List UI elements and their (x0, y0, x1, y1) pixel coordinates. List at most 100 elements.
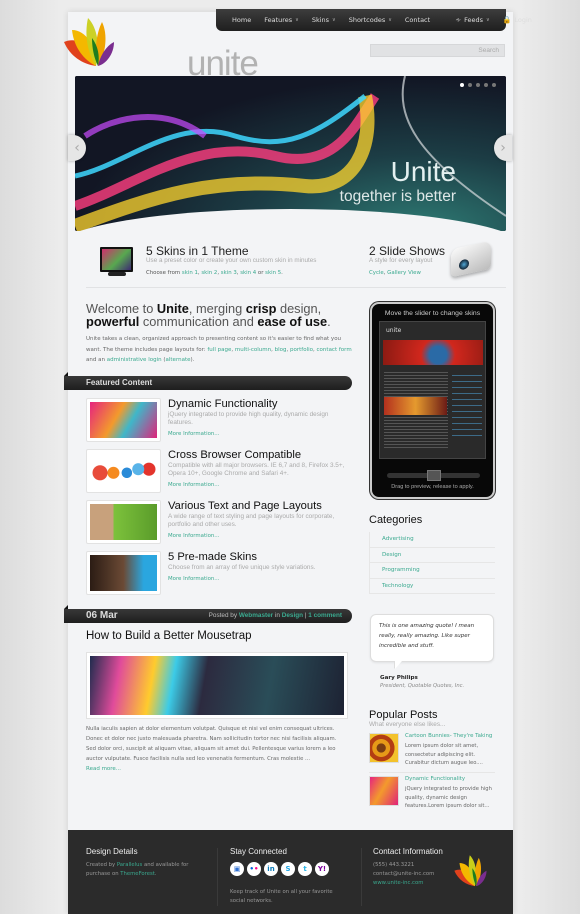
popular-posts-subtitle: What everyone else likes... (369, 721, 446, 728)
light-trails-graphic (75, 76, 506, 231)
skin-link-1[interactable]: skin 1 (182, 270, 198, 276)
skype-icon[interactable]: S (281, 862, 295, 876)
twitter-icon[interactable]: t (298, 862, 312, 876)
skins-choose-line: Choose from skin 1, skin 2, skin 3, skin… (146, 270, 283, 276)
quote-author: Gary Philips (380, 675, 418, 681)
slideshows-title: 2 Slide Shows (369, 244, 446, 258)
lotus-logo-icon (454, 855, 487, 887)
delicious-icon[interactable]: ▣ (230, 862, 244, 876)
more-information-link[interactable]: More Information... (168, 482, 219, 488)
category-item[interactable]: Programming (369, 563, 495, 579)
nav-features[interactable]: Features ∨ (264, 16, 299, 24)
testimonial-quote: This is one amazing quote! I mean really… (370, 614, 494, 662)
more-information-link[interactable]: More Information... (168, 576, 219, 582)
more-information-link[interactable]: More Information... (168, 533, 219, 539)
category-item[interactable]: Advertising (369, 532, 495, 548)
skin-preview-widget: Move the slider to change skins unite Dr… (370, 302, 495, 499)
footer-stay-connected: Stay Connected ▣ •• in S t Y! Keep track… (230, 847, 333, 904)
post-title[interactable]: How to Build a Better Mousetrap (86, 630, 252, 642)
popular-post-item: Cartoon Bunnies- They're Taking Lorem ip… (369, 733, 495, 773)
slide-dot-1[interactable] (460, 83, 464, 87)
blog-link[interactable]: blog (275, 347, 287, 353)
skins-title: 5 Skins in 1 Theme (146, 244, 249, 258)
post-header-bar: 06 Mar Posted by Webmaster in Design | 1… (64, 605, 352, 623)
post-category-link[interactable]: Design (282, 612, 303, 619)
skin-link-5[interactable]: skin 5 (265, 270, 281, 276)
nav-home[interactable]: Home (232, 16, 251, 24)
lock-icon: 🔒 (502, 16, 512, 24)
contact-website[interactable]: www.unite-inc.com (373, 880, 423, 886)
rss-icon: ∻ (455, 16, 462, 24)
gallery-view-link[interactable]: Gallery View (387, 270, 421, 276)
post-meta: Posted by Webmaster in Design | 1 commen… (208, 612, 342, 619)
full-page-link[interactable]: full page (207, 347, 231, 353)
featured-thumbnail[interactable] (86, 398, 161, 442)
slide-dot-5[interactable] (492, 83, 496, 87)
slide-dot-2[interactable] (468, 83, 472, 87)
logo[interactable]: unite (62, 16, 259, 81)
search-input[interactable]: Search (370, 44, 505, 57)
nav-login[interactable]: 🔒 Login (503, 16, 532, 24)
skin-link-3[interactable]: skin 3 (221, 270, 237, 276)
yahoo-icon[interactable]: Y! (315, 862, 329, 876)
popular-post-thumbnail[interactable] (369, 776, 399, 806)
welcome-intro: Unite takes a clean, organized approach … (86, 336, 352, 363)
post-author-link[interactable]: Webmaster (239, 612, 273, 619)
nav-skins[interactable]: Skins ∨ (312, 16, 336, 24)
skin-preview-screen: unite (379, 321, 486, 459)
popular-post-title[interactable]: Cartoon Bunnies- They're Taking (405, 733, 492, 739)
featured-content-heading: Featured Content (64, 372, 352, 390)
skin-preview-hint: Drag to preview, release to apply. (391, 484, 474, 490)
social-icons: ▣ •• in S t Y! (230, 862, 329, 876)
post-date: 06 Mar (86, 610, 118, 621)
footer-divider (361, 848, 362, 906)
portfolio-link[interactable]: portfolio (290, 347, 313, 353)
category-item[interactable]: Technology (369, 578, 495, 594)
skins-subtitle: Use a preset color or create your own cu… (146, 257, 317, 264)
featured-thumbnail[interactable] (86, 551, 161, 595)
chevron-down-icon: ∨ (332, 17, 336, 23)
skin-link-4[interactable]: skin 4 (240, 270, 256, 276)
cycle-link[interactable]: Cycle (369, 270, 384, 276)
contact-email[interactable]: contact@unite-inc.com (373, 871, 434, 877)
multi-column-link[interactable]: multi-column (235, 347, 271, 353)
welcome-heading: Welcome to Unite, merging crisp design, … (86, 301, 331, 329)
read-more-link[interactable]: Read more... (86, 766, 121, 772)
slide-dot-4[interactable] (484, 83, 488, 87)
slideshow-links: Cycle, Gallery View (369, 270, 421, 276)
featured-thumbnail[interactable] (86, 449, 161, 493)
flickr-icon[interactable]: •• (247, 862, 261, 876)
popular-posts-heading: Popular Posts (369, 709, 438, 721)
monitor-icon (100, 247, 133, 272)
nav-contact[interactable]: Contact (405, 16, 430, 24)
skin-link-2[interactable]: skin 2 (201, 270, 217, 276)
top-navigation: Home Features ∨ Skins ∨ Shortcodes ∨ Contac… (216, 9, 532, 31)
featured-item: Cross Browser Compatible Compatible with… (86, 449, 356, 495)
skin-preview-caption: Move the slider to change skins (384, 310, 481, 317)
chevron-down-icon: ∨ (295, 17, 299, 23)
categories-list: Advertising Design Programming Technolog… (369, 532, 495, 594)
popular-post-title[interactable]: Dynamic Functionality (405, 776, 465, 782)
contact-form-link[interactable]: contact form (317, 347, 352, 353)
post-comments-link[interactable]: 1 comment (308, 612, 342, 619)
featured-thumbnail[interactable] (86, 500, 161, 544)
slide-image (75, 76, 506, 231)
lotus-logo-icon (64, 18, 114, 66)
categories-heading: Categories (369, 514, 423, 526)
category-item[interactable]: Design (369, 547, 495, 563)
chevron-left-icon: ‹ (74, 140, 80, 156)
post-image[interactable] (86, 652, 348, 719)
admin-login-link[interactable]: administrative login (107, 357, 162, 363)
nav-shortcodes[interactable]: Shortcodes ∨ (349, 16, 392, 24)
footer: Design Details Created by Parallelus and… (68, 830, 513, 914)
featured-item: Various Text and Page Layouts A wide ran… (86, 500, 356, 546)
alternate-link[interactable]: alternate (166, 357, 191, 363)
slide-dot-3[interactable] (476, 83, 480, 87)
nav-feeds[interactable]: ∻ Feeds ∨ (455, 16, 489, 24)
skin-slider-handle[interactable] (427, 470, 441, 481)
popular-post-thumbnail[interactable] (369, 733, 399, 763)
linkedin-icon[interactable]: in (264, 862, 278, 876)
featured-item: Dynamic Functionality jQuery integrated … (86, 398, 356, 444)
slide-title: Unite (390, 156, 456, 187)
more-information-link[interactable]: More Information... (168, 431, 219, 437)
